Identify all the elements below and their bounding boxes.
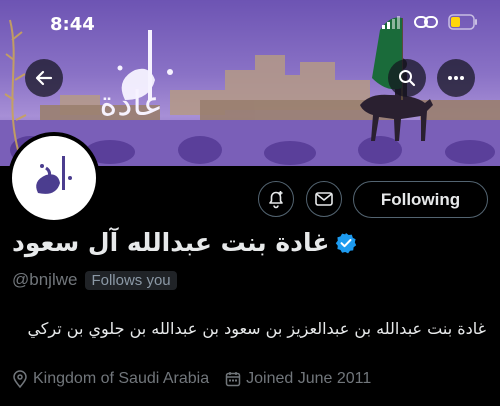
status-icons	[382, 14, 478, 30]
search-icon	[399, 70, 416, 87]
status-time: 8:44	[50, 14, 95, 35]
profile-meta: Kingdom of Saudi Arabia Joined June 2011	[12, 370, 387, 388]
bio: غادة بنت عبدالله بن عبدالعزيز بن سعود بن…	[27, 319, 486, 338]
more-options-button[interactable]	[437, 59, 475, 97]
location-text: Kingdom of Saudi Arabia	[33, 370, 210, 387]
bell-plus-icon	[269, 191, 283, 209]
display-name: غادة بنت عبدالله آل سعود	[12, 228, 330, 257]
calendar-icon	[225, 372, 241, 387]
avatar[interactable]	[8, 132, 100, 224]
envelope-icon	[315, 192, 333, 206]
join-date: Joined June 2011	[225, 370, 371, 388]
back-button[interactable]	[25, 59, 63, 97]
battery-icon	[448, 14, 477, 30]
banner-calligraphy: غادة	[99, 84, 160, 124]
join-date-text: Joined June 2011	[246, 370, 372, 387]
search-button[interactable]	[388, 59, 426, 97]
link-icon	[414, 16, 438, 28]
back-arrow-icon	[35, 70, 53, 86]
handle: @bnjlwe	[12, 270, 78, 289]
profile-screen: غادة 8:44 Following غادة بنت عبدالله آل …	[0, 0, 500, 406]
follows-you-badge: Follows you	[85, 270, 177, 290]
more-dots-icon	[448, 76, 464, 80]
handle-row: @bnjlwe Follows you	[12, 270, 177, 290]
avatar-calligraphy-logo	[36, 156, 72, 194]
following-button[interactable]: Following	[353, 181, 488, 218]
verified-badge-icon[interactable]	[335, 232, 357, 254]
notifications-button[interactable]	[258, 181, 294, 217]
location: Kingdom of Saudi Arabia	[12, 370, 209, 388]
location-pin-icon	[13, 370, 27, 388]
cellular-signal-icon	[382, 16, 400, 29]
name-row: غادة بنت عبدالله آل سعود	[12, 228, 357, 257]
message-button[interactable]	[306, 181, 342, 217]
